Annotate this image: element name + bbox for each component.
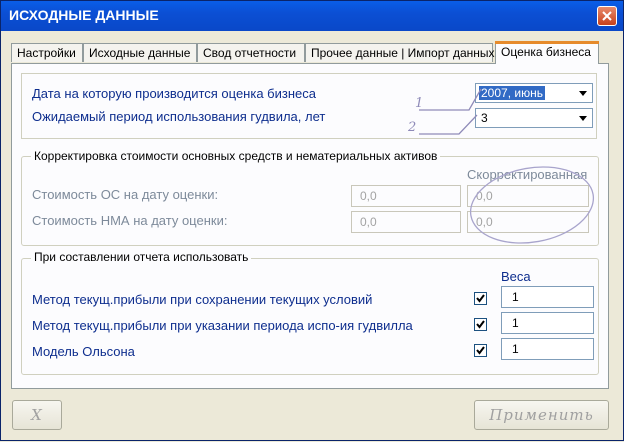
goodwill-period-select[interactable]: 3 <box>475 108 593 128</box>
chevron-down-icon[interactable] <box>575 85 591 101</box>
valuation-date-value: 2007, июнь <box>479 86 545 100</box>
method-olson-checkbox[interactable] <box>474 344 487 357</box>
goodwill-period-label: Ожидаемый период использования гудвила, … <box>32 109 326 124</box>
tab-settings[interactable]: Настройки <box>11 43 83 62</box>
os-value-label: Стоимость ОС на дату оценки: <box>32 187 219 202</box>
adjusted-column-header: Скорректированная <box>467 167 588 182</box>
dialog-window: ИСХОДНЫЕ ДАННЫЕ Настройки Исходные данны… <box>0 0 624 441</box>
weights-header: Веса <box>501 269 531 284</box>
tab-other-data-import[interactable]: Прочее данные | Импорт данных <box>305 43 495 62</box>
valuation-date-select[interactable]: 2007, июнь <box>475 83 593 103</box>
method-olson-weight[interactable]: 1 <box>501 338 594 360</box>
chevron-down-icon[interactable] <box>575 110 591 126</box>
checkmark-icon <box>476 320 485 329</box>
method-goodwill-period-label: Метод текущ.прибыли при указании периода… <box>32 318 413 333</box>
method-current-profit-label: Метод текущ.прибыли при сохранении текущ… <box>32 292 373 307</box>
os-value-field[interactable]: 0,0 <box>351 185 461 207</box>
os-adjusted-field[interactable]: 0,0 <box>467 185 589 207</box>
method-goodwill-period-weight[interactable]: 1 <box>501 312 594 334</box>
nma-value-label: Стоимость НМА на дату оценки: <box>32 213 228 228</box>
tab-source-data[interactable]: Исходные данные <box>83 43 197 62</box>
valuation-date-label: Дата на которую производится оценка бизн… <box>32 86 316 101</box>
adjustment-group-title: Корректировка стоимости основных средств… <box>31 149 441 163</box>
close-button[interactable] <box>597 6 617 26</box>
close-icon <box>602 11 612 21</box>
checkmark-icon <box>476 294 485 303</box>
checkmark-icon <box>476 346 485 355</box>
title-bar[interactable]: ИСХОДНЫЕ ДАННЫЕ <box>1 1 623 31</box>
method-goodwill-period-checkbox[interactable] <box>474 318 487 331</box>
nma-value-field[interactable]: 0,0 <box>351 211 461 233</box>
report-group-title: При составлении отчета использовать <box>31 250 252 264</box>
tab-business-valuation[interactable]: Оценка бизнеса <box>495 41 599 64</box>
method-current-profit-weight[interactable]: 1 <box>501 286 594 308</box>
window-title: ИСХОДНЫЕ ДАННЫЕ <box>9 7 159 23</box>
cancel-button[interactable]: X <box>12 400 62 430</box>
method-current-profit-checkbox[interactable] <box>474 292 487 305</box>
apply-button[interactable]: Применить <box>474 400 609 430</box>
nma-adjusted-field[interactable]: 0,0 <box>467 211 589 233</box>
method-olson-label: Модель Ольсона <box>32 344 135 359</box>
goodwill-period-value: 3 <box>481 111 488 125</box>
tab-reporting-summary[interactable]: Свод отчетности <box>197 43 305 62</box>
